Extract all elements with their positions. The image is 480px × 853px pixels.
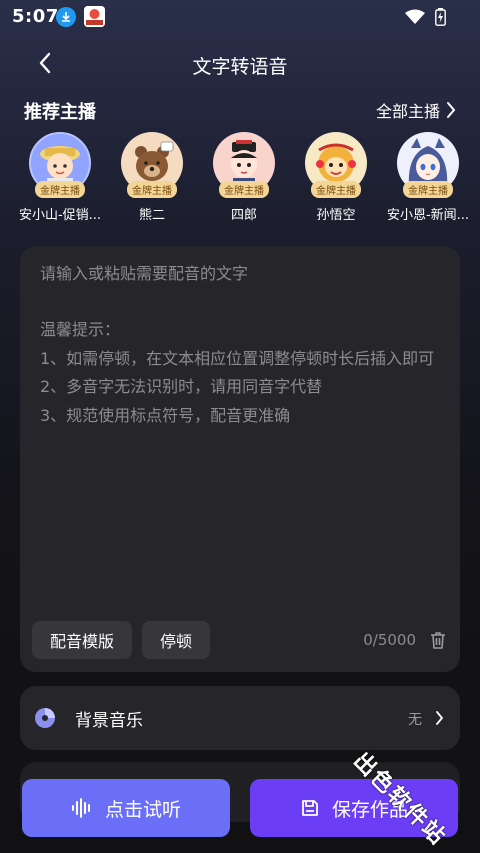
avatar: 金牌主播 bbox=[397, 132, 459, 198]
anchor-name: 熊二 bbox=[138, 208, 165, 223]
avatar: 金牌主播 bbox=[121, 132, 183, 198]
anchor-item[interactable]: 金牌主播 孙悟空 bbox=[294, 132, 378, 224]
gold-badge: 金牌主播 bbox=[127, 181, 177, 198]
anchor-name: 安小山-促销... bbox=[18, 208, 102, 223]
tips-title: 温馨提示： bbox=[40, 320, 121, 339]
status-time: 5:07 bbox=[12, 6, 59, 27]
gold-badge: 金牌主播 bbox=[403, 181, 453, 198]
wifi-icon bbox=[405, 9, 425, 29]
anchor-list: 金牌主播 安小山-促销... 金牌主播 熊二 金牌主播 四郎 金牌主播 孙悟空 … bbox=[18, 132, 470, 224]
download-icon bbox=[56, 7, 76, 27]
all-anchors-link[interactable]: 全部主播 bbox=[376, 98, 456, 122]
save-icon bbox=[302, 800, 318, 816]
status-bar: 5:07 bbox=[0, 0, 480, 34]
chevron-right-icon bbox=[447, 102, 456, 118]
anchor-name: 安小恩-新闻... bbox=[386, 208, 470, 223]
tip-item: 2、多音字无法识别时，请用同音字代替 bbox=[40, 377, 323, 396]
anchor-item[interactable]: 金牌主播 四郎 bbox=[202, 132, 286, 224]
chevron-right-icon bbox=[436, 711, 444, 725]
background-music-row[interactable]: 背景音乐 无 bbox=[20, 686, 460, 750]
preview-label: 点击试听 bbox=[104, 798, 181, 821]
preview-button[interactable]: 点击试听 bbox=[22, 779, 230, 837]
anchor-name: 孙悟空 bbox=[316, 208, 356, 223]
text-editor[interactable]: 请输入或粘贴需要配音的文字 温馨提示： 1、如需停顿，在文本相应位置调整停顿时长… bbox=[20, 246, 460, 672]
editor-tips: 温馨提示： 1、如需停顿，在文本相应位置调整停顿时长后插入即可 2、多音字无法识… bbox=[40, 316, 438, 430]
gold-badge: 金牌主播 bbox=[35, 181, 85, 198]
tip-item: 1、如需停顿，在文本相应位置调整停顿时长后插入即可 bbox=[40, 348, 435, 368]
pause-button[interactable]: 停顿 bbox=[142, 621, 211, 659]
anchor-item[interactable]: 金牌主播 安小山-促销... bbox=[18, 132, 102, 224]
gold-badge: 金牌主播 bbox=[219, 181, 269, 198]
music-disc-icon bbox=[35, 708, 55, 728]
battery-icon bbox=[435, 8, 446, 30]
avatar: 金牌主播 bbox=[213, 132, 275, 198]
anchor-item[interactable]: 金牌主播 安小恩-新闻... bbox=[386, 132, 470, 224]
page-title: 文字转语音 bbox=[192, 56, 288, 78]
editor-placeholder: 请输入或粘贴需要配音的文字 bbox=[40, 264, 249, 283]
all-anchors-label: 全部主播 bbox=[375, 102, 440, 121]
background-music-value: 无 bbox=[408, 712, 422, 728]
app-notification-icon bbox=[84, 6, 105, 27]
anchor-name: 四郎 bbox=[230, 208, 257, 223]
avatar: 金牌主播 bbox=[29, 132, 91, 198]
anchor-item[interactable]: 金牌主播 熊二 bbox=[110, 132, 194, 224]
tip-item: 3、规范使用标点符号，配音更准确 bbox=[40, 405, 291, 425]
gold-badge: 金牌主播 bbox=[311, 181, 361, 198]
recommended-anchors-title: 推荐主播 bbox=[24, 102, 96, 123]
header: 文字转语音 bbox=[0, 38, 480, 90]
avatar: 金牌主播 bbox=[305, 132, 367, 198]
trash-icon[interactable] bbox=[428, 630, 448, 650]
editor-footer: 配音模版 停顿 0/5000 bbox=[32, 620, 448, 660]
char-count: 0/5000 bbox=[363, 631, 416, 649]
background-music-label: 背景音乐 bbox=[75, 711, 143, 731]
voice-template-button[interactable]: 配音模版 bbox=[32, 621, 133, 659]
sound-wave-icon bbox=[71, 798, 90, 818]
